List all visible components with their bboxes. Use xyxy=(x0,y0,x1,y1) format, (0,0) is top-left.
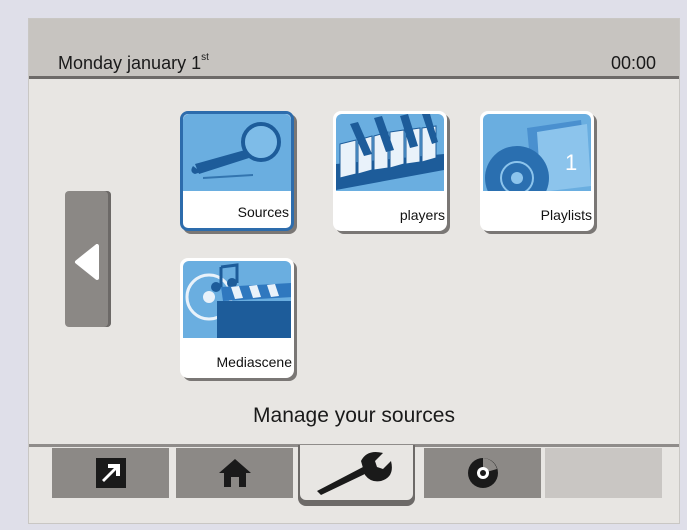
tab-external[interactable] xyxy=(52,448,169,498)
keyboard-icon xyxy=(336,114,444,191)
screen: Monday january 1st 00:00 Sources players… xyxy=(28,18,680,524)
disc-clapper-icon xyxy=(183,261,291,338)
tab-settings[interactable] xyxy=(298,445,415,502)
playlist-discs-icon: 1 xyxy=(483,114,591,191)
tile-mediascene[interactable]: Mediascene xyxy=(180,258,294,378)
home-icon xyxy=(218,459,251,487)
tile-sources[interactable]: Sources xyxy=(180,111,294,231)
magnifier-icon xyxy=(183,114,291,191)
tile-label: players xyxy=(399,207,445,223)
arrow-out-icon xyxy=(95,458,126,488)
back-button[interactable] xyxy=(65,191,111,327)
tile-label: Playlists xyxy=(540,207,592,223)
tab-media[interactable] xyxy=(424,448,541,498)
back-arrow-icon xyxy=(75,244,99,280)
tile-playlists[interactable]: 1 Playlists xyxy=(480,111,594,231)
tile-label: Mediascene xyxy=(216,354,293,370)
wrench-icon xyxy=(316,451,392,495)
tile-label: Sources xyxy=(237,204,289,220)
tab-empty[interactable] xyxy=(545,448,662,498)
svg-text:1: 1 xyxy=(565,150,577,175)
status-header: Monday january 1st 00:00 xyxy=(29,19,679,79)
page-caption: Manage your sources xyxy=(253,404,455,427)
disc-icon xyxy=(467,458,498,488)
date-display: Monday january 1st xyxy=(58,52,209,73)
tab-home[interactable] xyxy=(176,448,293,498)
tile-players[interactable]: players xyxy=(333,111,447,231)
time-display: 00:00 xyxy=(610,53,656,73)
